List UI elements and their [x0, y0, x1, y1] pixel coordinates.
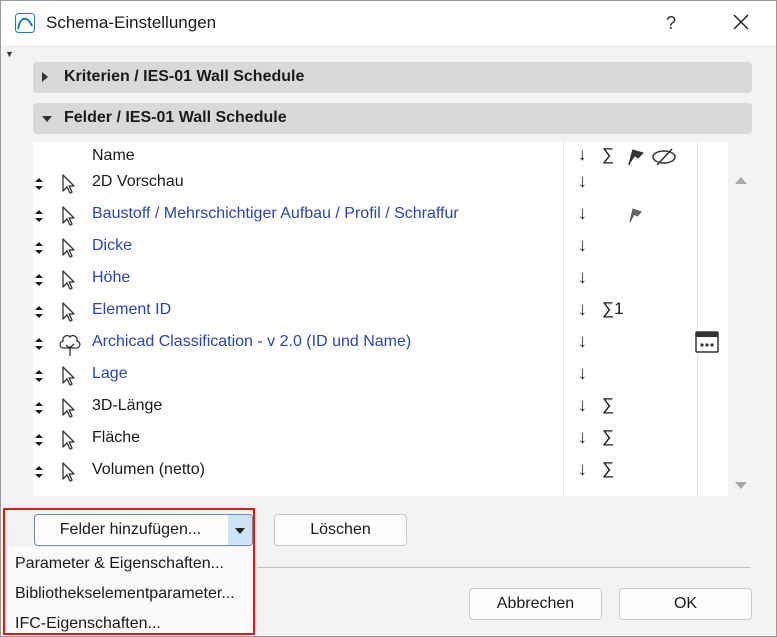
cancel-button[interactable]: Abbrechen [469, 588, 602, 620]
pointer-icon [57, 396, 79, 420]
field-label[interactable]: Dicke [92, 237, 132, 255]
section-fields[interactable]: Felder / IES-01 Wall Schedule [33, 103, 752, 134]
title-bar: Schema-Einstellungen ? [1, 1, 776, 45]
dialog-window: Schema-Einstellungen ? ▼ Kriterien / IES… [0, 0, 777, 637]
sum-column-icon[interactable]: ∑ [602, 145, 614, 165]
drag-handle-icon[interactable] [33, 272, 45, 288]
drag-handle-icon[interactable] [33, 464, 45, 480]
section-criteria[interactable]: Kriterien / IES-01 Wall Schedule [33, 62, 752, 93]
sort-arrow-icon[interactable]: ↓ [578, 235, 587, 256]
pointer-icon [57, 460, 79, 484]
sort-arrow-icon[interactable]: ↓ [578, 203, 587, 224]
sum-icon[interactable]: ∑ [602, 459, 614, 479]
menu-item-ifc-properties[interactable]: IFC-Eigenschaften... [15, 615, 161, 633]
window-title: Schema-Einstellungen [46, 13, 217, 32]
drag-handle-icon[interactable] [33, 176, 45, 192]
options-window-icon[interactable] [695, 331, 719, 353]
menu-item-parameters[interactable]: Parameter & Eigenschaften... [15, 555, 224, 573]
archicad-logo-icon [15, 13, 35, 33]
scroll-up-arrow-icon[interactable] [735, 177, 747, 184]
field-label: Fläche [92, 429, 141, 446]
pointer-icon [57, 268, 79, 292]
expand-triangle-icon[interactable] [42, 72, 48, 82]
table-row[interactable]: Baustoff / Mehrschichtiger Aufbau / Prof… [33, 200, 728, 232]
table-row[interactable]: Volumen (netto) ↓ ∑ [33, 456, 728, 488]
add-fields-button[interactable]: Felder hinzufügen... [35, 515, 226, 545]
sort-arrow-icon[interactable]: ↓ [578, 171, 587, 192]
sort-arrow-icon[interactable]: ↓ [578, 331, 587, 352]
sort-arrow-icon[interactable]: ↓ [578, 363, 587, 384]
field-label: Volumen (netto) [92, 461, 205, 478]
drag-handle-icon[interactable] [33, 304, 45, 320]
hidden-eye-column-icon[interactable] [650, 147, 678, 167]
field-label[interactable]: Element ID [92, 301, 171, 319]
collapse-marker-icon: ▼ [5, 49, 14, 59]
sort-arrow-icon[interactable]: ↓ [578, 459, 587, 480]
field-label[interactable]: Höhe [92, 269, 130, 287]
pointer-icon [57, 172, 79, 196]
table-row[interactable]: Fläche ↓ ∑ [33, 424, 728, 456]
field-label: 2D Vorschau [92, 173, 184, 190]
drag-handle-icon[interactable] [33, 208, 45, 224]
pointer-icon [57, 428, 79, 452]
flag-icon[interactable] [627, 207, 643, 223]
section-criteria-label: Kriterien / IES-01 Wall Schedule [64, 68, 305, 85]
table-row[interactable]: Lage ↓ [33, 360, 728, 392]
field-label[interactable]: Baustoff / Mehrschichtiger Aufbau / Prof… [92, 205, 459, 223]
sort-arrow-icon[interactable]: ↓ [578, 395, 587, 416]
sort-column-icon[interactable]: ↓ [578, 145, 587, 165]
add-fields-split-button[interactable]: Felder hinzufügen... [34, 514, 253, 546]
field-label: 3D-Länge [92, 397, 163, 414]
menu-item-library-parameters[interactable]: Bibliothekselementparameter... [15, 585, 235, 603]
fields-list: Name ↓ ∑ 2D Vorschau ↓ Baustoff / Mehrschi… [33, 142, 728, 496]
column-header-name[interactable]: Name [92, 147, 135, 165]
drag-handle-icon[interactable] [33, 432, 45, 448]
sort-arrow-icon[interactable]: ↓ [578, 267, 587, 288]
ok-button[interactable]: OK [619, 588, 752, 620]
pointer-icon [57, 364, 79, 388]
field-label[interactable]: Lage [92, 365, 128, 383]
table-row[interactable]: 2D Vorschau ↓ [33, 168, 728, 200]
scroll-down-arrow-icon[interactable] [735, 482, 747, 489]
chevron-down-icon[interactable] [228, 515, 252, 545]
table-row[interactable]: Element ID ↓ ∑1 [33, 296, 728, 328]
divider [257, 567, 751, 568]
drag-handle-icon[interactable] [33, 240, 45, 256]
flag-column-icon[interactable] [626, 148, 646, 166]
add-fields-dropdown-menu: Parameter & Eigenschaften... Bibliotheks… [7, 547, 254, 635]
drag-handle-icon[interactable] [33, 400, 45, 416]
sum-icon[interactable]: ∑1 [602, 299, 624, 319]
table-row[interactable]: Dicke ↓ [33, 232, 728, 264]
sort-arrow-icon[interactable]: ↓ [578, 299, 587, 320]
pointer-icon [57, 204, 79, 228]
collapse-triangle-icon[interactable] [42, 116, 52, 122]
drag-handle-icon[interactable] [33, 368, 45, 384]
delete-button[interactable]: Löschen [274, 514, 407, 546]
pointer-icon [57, 300, 79, 324]
sum-icon[interactable]: ∑ [602, 395, 614, 415]
field-label[interactable]: Archicad Classification - v 2.0 (ID und … [92, 333, 411, 351]
section-fields-label: Felder / IES-01 Wall Schedule [64, 109, 287, 126]
table-row[interactable]: Höhe ↓ [33, 264, 728, 296]
help-button[interactable]: ? [656, 9, 686, 37]
table-row[interactable]: Archicad Classification - v 2.0 (ID und … [33, 328, 728, 360]
sort-arrow-icon[interactable]: ↓ [578, 427, 587, 448]
drag-handle-icon[interactable] [33, 336, 45, 352]
sum-icon[interactable]: ∑ [602, 427, 614, 447]
close-icon[interactable] [723, 9, 759, 37]
table-row[interactable]: 3D-Länge ↓ ∑ [33, 392, 728, 424]
classification-tree-icon [57, 332, 81, 356]
pointer-icon [57, 236, 79, 260]
